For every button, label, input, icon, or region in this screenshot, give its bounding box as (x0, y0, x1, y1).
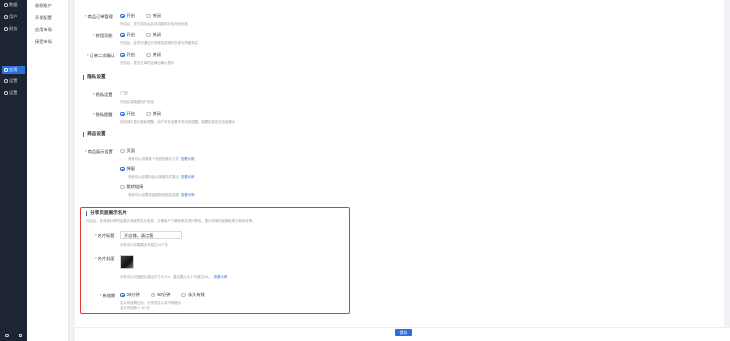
privacy-notice-on-radio[interactable]: 开启 (120, 111, 135, 117)
duration-radios: 30分钟 60分钟 永久有效 (120, 292, 215, 298)
order-setting-off-radio[interactable]: 关闭 (146, 13, 161, 19)
example-link[interactable]: 查看示例 (181, 175, 195, 179)
product-display-link-help: 商家可以设置商品跳转到指定链接 查看示例 (128, 193, 195, 197)
order-setting-radios: 开启 关闭 (120, 13, 171, 19)
order-setting-label: *商品订单管理 (85, 14, 113, 19)
user-icon (4, 15, 8, 19)
nav-item-finance[interactable]: 财务 (2, 25, 25, 33)
example-link[interactable]: 查看示例 (181, 157, 195, 161)
product-display-link-radio[interactable]: 跳转链接 (120, 184, 153, 190)
order-confirm-help: 开启后，提交订单时会弹出确认提示 (120, 61, 175, 65)
order-confirm-on-radio[interactable]: 开启 (120, 52, 135, 58)
duration-help-2: 名片有效期 1~30 天 (120, 306, 150, 310)
nav-item-settings-1[interactable]: 设置 (2, 77, 25, 85)
search-icon[interactable] (5, 333, 9, 338)
chart-icon (4, 3, 8, 7)
privacy-help: 开启后将隐藏用户信息 (120, 100, 154, 104)
order-setting-on-radio[interactable]: 开启 (120, 13, 135, 19)
duration-permanent-radio[interactable]: 永久有效 (181, 292, 205, 298)
order-confirm-radios: 开启 关闭 (120, 52, 171, 58)
subnav-item[interactable]: 应用市场 (35, 27, 52, 33)
sidebar-bottom-tools (0, 330, 27, 341)
order-confirm-label: *订单二次确认 (87, 53, 115, 58)
card-title-input[interactable]: 开店铺，请点我 (120, 231, 182, 239)
privacy-label: *隐私设置 (93, 92, 113, 97)
card-section-desc: 开启后，在商城分享时会展示商家的名片信息，方便用户了解商家并进行联系，提升商家的… (86, 219, 256, 223)
subnav-item[interactable]: 接受市场 (35, 39, 52, 45)
product-display-popup-radio[interactable]: 弹窗 (120, 166, 145, 172)
card-title-label: *名片标题 (95, 233, 115, 238)
privacy-notice-off-radio[interactable]: 关闭 (146, 111, 161, 117)
product-display-page-radio[interactable]: 页面 (120, 148, 145, 154)
save-button[interactable]: 保存 (395, 329, 412, 336)
example-link[interactable]: 查看示例 (181, 193, 195, 197)
product-section-title: 商品设置 (83, 131, 105, 137)
example-link[interactable]: 查看示例 (214, 275, 228, 279)
product-display-label: *商品展示设置 (85, 149, 113, 154)
group-buy-off-radio[interactable]: 关闭 (146, 32, 161, 38)
privacy-toggle[interactable] (120, 91, 128, 96)
group-buy-radios: 开启 关闭 (120, 32, 171, 38)
privacy-notice-radios: 开启 关闭 (120, 111, 171, 117)
privacy-section-title: 隐私设置 (83, 74, 105, 80)
order-confirm-off-radio[interactable]: 关闭 (146, 52, 161, 58)
product-display-page-help: 商家可以设置某个商品的展示方式 查看示例 (128, 157, 195, 161)
duration-label: *有效期 (100, 293, 116, 298)
nav-item-data[interactable]: 数据 (2, 1, 25, 9)
card-section-title: 分享页面展示名片 (86, 210, 127, 216)
card-cover-label: *名片封面 (95, 256, 115, 261)
wallet-icon (4, 27, 8, 31)
nav-item-apps[interactable]: 应用 (2, 66, 25, 74)
nav-item-users[interactable]: 用户 (2, 13, 25, 21)
card-cover-help: 分享名片封面图片建议尺寸为 5:4，建议图片大小不超过2M。 查看示例 (120, 275, 228, 279)
secondary-sidebar: 收款账户 开发配置 应用市场 接受市场 (27, 0, 69, 341)
card-cover-image[interactable] (120, 255, 134, 269)
group-buy-on-radio[interactable]: 开启 (120, 32, 135, 38)
subnav-item[interactable]: 开发配置 (35, 15, 52, 21)
order-setting-help: 开启后，支付成功后会自动跳转对应商品页面 (120, 22, 188, 26)
product-display-popup-help: 商家可以设置商品以弹窗形式展示 查看示例 (128, 175, 195, 179)
card-title-help: 分享名片标题建议不超过14个字 (120, 243, 168, 247)
message-icon[interactable] (18, 333, 22, 338)
gear-icon (4, 79, 8, 83)
primary-sidebar: 数据 用户 财务 应用 设置 设置 (0, 0, 27, 341)
duration-60min-radio[interactable]: 60分钟 (150, 292, 170, 298)
gear-icon (4, 91, 8, 95)
group-buy-label: *拼团功能 (93, 33, 113, 38)
nav-item-settings-2[interactable]: 设置 (2, 89, 25, 97)
duration-30min-radio[interactable]: 30分钟 (120, 292, 140, 298)
privacy-notice-help: 在商城中显示隐私提醒，用户可在设置中关闭该提醒，隐藏信息会在页面展示 (120, 120, 236, 124)
group-buy-help: 开启后，会员可通过分享链接邀请好友参与拼团购买 (120, 41, 198, 45)
privacy-notice-label: *隐私提醒 (93, 112, 113, 117)
apps-icon (4, 68, 8, 72)
subnav-item[interactable]: 收款账户 (35, 3, 52, 9)
